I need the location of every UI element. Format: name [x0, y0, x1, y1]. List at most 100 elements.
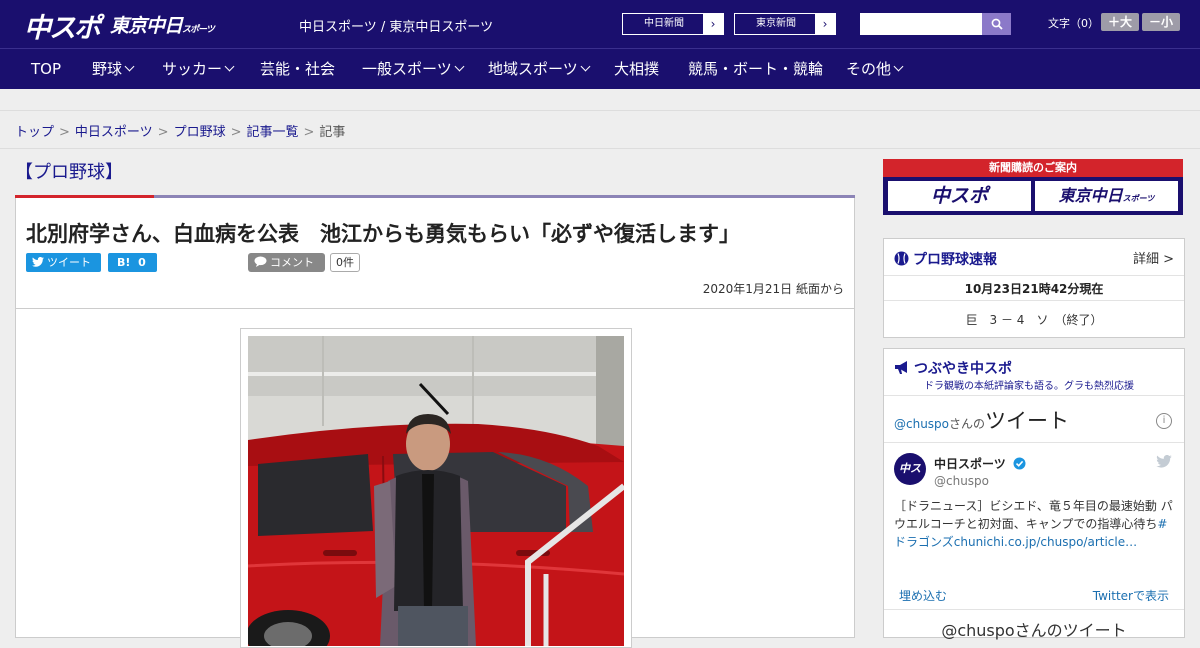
- chunichi-shimbun-label: 中日新聞: [644, 18, 684, 29]
- main-nav: TOP 野球 サッカー 芸能・社会 一般スポーツ 地域スポーツ 大相撲 競馬・ボ…: [0, 48, 1200, 89]
- breadcrumb-pro-baseball[interactable]: プロ野球: [174, 125, 226, 140]
- nav-label: TOP: [31, 60, 62, 78]
- breadcrumb-separator: >: [59, 125, 70, 140]
- nav-item-soccer[interactable]: サッカー: [162, 49, 235, 90]
- subscribe-tokyo-small: スポーツ: [1122, 194, 1155, 203]
- tweet-account-name[interactable]: 中日スポーツ: [934, 455, 1026, 472]
- view-on-twitter-link[interactable]: Twitterで表示: [1093, 587, 1169, 604]
- tweet-body: ［ドラニュース］ビシエド、竜５年目の最速始動 パウエルコーチと初対面、キャンプで…: [894, 499, 1173, 531]
- comment-count: 0件: [330, 253, 360, 272]
- nav-item-regional-sports[interactable]: 地域スポーツ: [488, 49, 591, 90]
- chuspo-logo[interactable]: 中スポ: [24, 6, 101, 45]
- avatar[interactable]: 中ス: [894, 453, 926, 485]
- breadcrumb-current: 記事: [319, 125, 346, 140]
- comment-button-label: コメント: [270, 256, 314, 269]
- baseball-score-box: プロ野球速報 詳細 > 10月23日21時42分現在 巨 3 － 4 ソ （終了…: [883, 238, 1185, 338]
- subscribe-tokyo-text: 東京中日: [1058, 186, 1123, 205]
- twitter-bird-icon: [32, 256, 44, 267]
- account-name: 中日スポーツ: [934, 457, 1006, 471]
- article-photo-frame: [240, 328, 632, 648]
- speech-bubble-icon: [254, 256, 267, 267]
- info-icon[interactable]: i: [1156, 413, 1172, 429]
- article-divider: [16, 308, 854, 309]
- baseball-detail-link[interactable]: 詳細 >: [1133, 248, 1174, 267]
- tweets-subtitle: ドラ観戦の本紙評論家も語る。グラも熱烈応援: [924, 381, 1134, 392]
- nav-label: 地域スポーツ: [488, 60, 578, 78]
- chevron-down-icon: [124, 61, 135, 72]
- twitter-bird-icon[interactable]: [1156, 455, 1172, 468]
- article-headline: 北別府学さん、白血病を公表 池江からも勇気もらい「必ずや復活します」: [26, 222, 740, 246]
- nav-label: 芸能・社会: [260, 60, 336, 78]
- hatena-bookmark-button[interactable]: B! 0: [108, 253, 157, 272]
- breadcrumb-top[interactable]: トップ: [15, 125, 54, 140]
- search-input[interactable]: [860, 13, 982, 35]
- chevron-down-icon: [580, 61, 591, 72]
- megaphone-icon: [895, 361, 907, 374]
- divider: [884, 300, 1184, 301]
- embed-link[interactable]: 埋め込む: [899, 587, 947, 604]
- subscription-banner[interactable]: 新聞購読のご案内 中スポ 東京中日スポーツ: [883, 159, 1183, 215]
- divider: [884, 609, 1184, 610]
- photo-man-red-car: [248, 336, 624, 646]
- nav-label: 競馬・ボート・競輪: [688, 60, 824, 78]
- chevron-down-icon: [224, 61, 235, 72]
- tokyo-logo-text: 東京中日: [110, 15, 183, 37]
- baseball-score-header: プロ野球速報: [894, 249, 997, 269]
- comment-button[interactable]: コメント: [248, 253, 325, 272]
- article-category: 【プロ野球】: [15, 162, 123, 183]
- nav-label: 一般スポーツ: [362, 60, 452, 78]
- twitter-timeline-title: @chuspoさんのツイート: [894, 405, 1069, 435]
- nav-item-entertainment[interactable]: 芸能・社会: [260, 49, 335, 90]
- nav-label: 大相撲: [614, 60, 660, 78]
- article-date: 2020年1月21日 紙面から: [702, 282, 844, 296]
- nav-item-general-sports[interactable]: 一般スポーツ: [362, 49, 465, 90]
- nav-item-baseball[interactable]: 野球: [92, 49, 135, 90]
- nav-item-sumo[interactable]: 大相撲: [614, 49, 659, 90]
- subscription-title: 新聞購読のご案内: [883, 159, 1183, 177]
- chevron-down-icon: [893, 61, 904, 72]
- tweets-next-heading: @chuspoさんのツイート: [941, 621, 1127, 640]
- nav-item-racing[interactable]: 競馬・ボート・競輪: [688, 49, 823, 90]
- hatena-count: 0: [138, 256, 146, 269]
- verified-badge-icon: [1013, 457, 1026, 470]
- font-smaller-button[interactable]: －小: [1142, 13, 1180, 31]
- font-larger-button[interactable]: ＋大: [1101, 13, 1139, 31]
- tokyo-shimbun-link[interactable]: 東京新聞 ›: [734, 13, 836, 35]
- breadcrumb-article-list[interactable]: 記事一覧: [247, 125, 299, 140]
- nav-item-other[interactable]: その他: [846, 49, 904, 90]
- nav-label: サッカー: [162, 60, 223, 78]
- divider: [884, 395, 1184, 396]
- site-title: 中日スポーツ / 東京中日スポーツ: [299, 20, 494, 35]
- tweet-button[interactable]: ツイート: [26, 253, 101, 272]
- breadcrumb-separator: >: [303, 125, 315, 140]
- breadcrumb-separator: >: [157, 125, 169, 140]
- divider: [884, 275, 1184, 276]
- search-button[interactable]: [982, 13, 1011, 35]
- baseball-icon: [894, 251, 909, 266]
- tokyo-chunichi-logo[interactable]: 東京中日スポーツ: [110, 11, 215, 38]
- subscribe-tokyo-logo[interactable]: 東京中日スポーツ: [1035, 181, 1178, 211]
- handle-suffix: さんの: [949, 417, 986, 431]
- twitter-handle-link[interactable]: @chuspo: [894, 417, 949, 431]
- search-icon: [991, 18, 1003, 30]
- article-body: 北別府学さん、白血病を公表 池江からも勇気もらい「必ずや復活します」 ツイート …: [15, 198, 855, 648]
- tokyo-shimbun-label: 東京新聞: [756, 18, 796, 29]
- divider: [884, 442, 1184, 443]
- tweet-word: ツイート: [985, 409, 1070, 433]
- nav-label: その他: [846, 60, 892, 78]
- tweets-title: つぶやき中スポ: [914, 361, 1012, 377]
- tweet-account-handle[interactable]: @chuspo: [934, 474, 989, 488]
- chunichi-shimbun-link[interactable]: 中日新聞 ›: [622, 13, 724, 35]
- breadcrumb-chunichi-sports[interactable]: 中日スポーツ: [75, 125, 153, 140]
- nav-item-top[interactable]: TOP: [31, 49, 61, 90]
- font-size-label: 文字（0）: [1048, 17, 1099, 30]
- baseball-score-title: プロ野球速報: [913, 252, 997, 268]
- article-photo[interactable]: [248, 336, 624, 646]
- site-header: 中スポ 東京中日スポーツ 中日スポーツ / 東京中日スポーツ 中日新聞 › 東京…: [0, 0, 1200, 48]
- subscribe-chuspo-logo[interactable]: 中スポ: [888, 181, 1031, 211]
- baseball-game-result[interactable]: 巨 3 － 4 ソ （終了）: [884, 311, 1184, 328]
- chevron-right-icon: ›: [703, 14, 723, 34]
- chevron-right-icon: ›: [815, 14, 835, 34]
- tokyo-logo-small: スポーツ: [182, 25, 215, 35]
- breadcrumb-separator: >: [230, 125, 242, 140]
